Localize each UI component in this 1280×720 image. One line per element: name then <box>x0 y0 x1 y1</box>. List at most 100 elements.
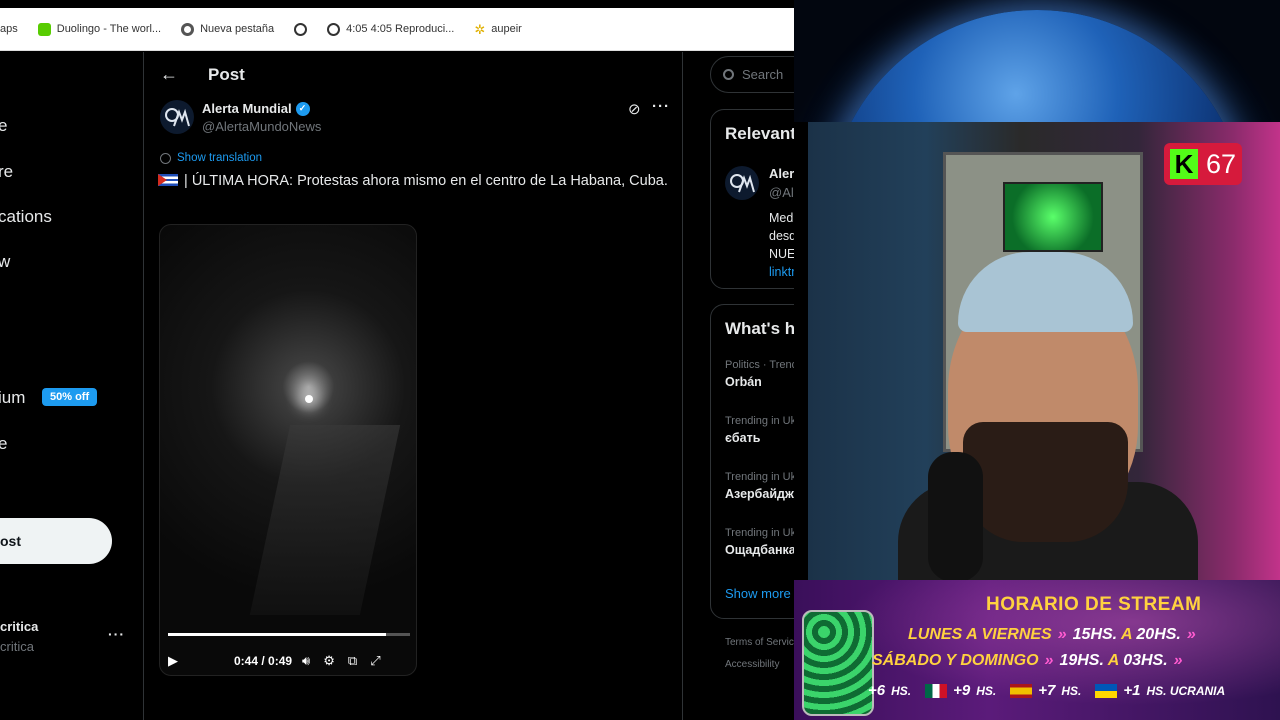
bio-line: NUEST <box>769 247 794 261</box>
trend-item[interactable]: Politics · Trendi Orbán <box>725 359 794 389</box>
globe-icon <box>294 22 308 36</box>
nav-item-home[interactable]: e <box>0 116 7 136</box>
account-name[interactable]: critica <box>0 619 38 634</box>
account-more-icon[interactable]: ··· <box>108 626 125 642</box>
double-arrow-icon: » <box>1057 626 1067 643</box>
video-controls: ▶ 0:44 / 0:49 🔊︎ ⚙ ⧉ ⤢ <box>168 653 410 669</box>
double-arrow-icon: » <box>1173 652 1183 669</box>
double-arrow-icon: » <box>1044 652 1054 669</box>
nav-item-more[interactable]: e <box>0 434 7 454</box>
nav-item-grok[interactable]: w <box>0 252 10 272</box>
trend-name: єбать <box>725 431 761 445</box>
video-progress-bar[interactable] <box>168 633 410 636</box>
trend-category: Trending in Ukra <box>725 471 794 483</box>
x-page: e re cations w ium 50% off e ost critica… <box>0 52 794 720</box>
relevant-avatar[interactable] <box>725 166 759 200</box>
trend-category: Politics · Trendi <box>725 359 794 371</box>
author-name[interactable]: Alerta Mundial ✓ <box>202 101 310 116</box>
schedule-row: LUNES A VIERNES » 15HS. A 20HS. » <box>908 626 1202 644</box>
relevant-people-card: Relevant Alerta @Alert Medio desde NUEST… <box>710 109 794 289</box>
earth-graphic <box>827 10 1247 122</box>
trend-name: Азербайджа <box>725 487 794 501</box>
timezones-row: +6 HS. +9 HS. +7 HS. +1 HS. UCRANIA <box>868 682 1233 699</box>
grok-icon[interactable]: ⊘ <box>628 100 641 118</box>
video-player[interactable]: ▶ 0:44 / 0:49 🔊︎ ⚙ ⧉ ⤢ <box>159 224 417 676</box>
sparkle-icon: ✲ <box>474 21 486 37</box>
timezone-offset: +9 <box>953 682 971 699</box>
timezone-offset: +7 <box>1038 682 1056 699</box>
schedule-to: 03HS. <box>1123 652 1168 669</box>
bookmark-label: Duolingo - The worl... <box>56 23 162 35</box>
bookmark-label: aupeir <box>491 23 522 35</box>
schedule-from: 19HS. <box>1059 652 1104 669</box>
timezone-unit: HS. <box>976 683 997 698</box>
relevant-handle: @Alert <box>769 185 794 200</box>
author-handle[interactable]: @AlertaMundoNews <box>202 119 321 134</box>
kick-logo-icon: K <box>1170 149 1198 179</box>
tweet-body: | ÚLTIMA HORA: Protestas ahora mismo en … <box>184 173 668 189</box>
page-title: Post <box>208 65 245 84</box>
more-options-icon[interactable]: ··· <box>652 98 670 115</box>
webcam-feed <box>808 122 1280 580</box>
schedule-sep: A <box>1120 626 1132 643</box>
relevant-bio: Medio desde NUEST linktr.e <box>769 209 794 281</box>
bio-link[interactable]: linktr.e <box>769 263 794 281</box>
post-button[interactable]: ost <box>0 518 112 564</box>
account-handle: critica <box>0 639 34 654</box>
trend-item[interactable]: Trending in Ukra Азербайджа <box>725 471 794 501</box>
nav-item-notifications[interactable]: cations <box>0 207 52 227</box>
bookmark-item[interactable]: Nueva pestaña <box>181 22 275 36</box>
schedule-sep: A <box>1107 652 1119 669</box>
stream-schedule-banner: HORARIO DE STREAM LUNES A VIERNES » 15HS. … <box>794 580 1280 720</box>
bookmark-item[interactable]: ✲ aupeir <box>474 23 521 36</box>
show-more-link[interactable]: Show more <box>725 586 791 601</box>
timezone-unit: HS. <box>891 683 912 698</box>
bookmark-item[interactable] <box>294 22 308 36</box>
relevant-name[interactable]: Alerta <box>769 166 794 181</box>
trend-category: Trending in Ukra <box>725 527 794 539</box>
bookmark-item[interactable]: aps <box>0 23 18 35</box>
microphone <box>928 452 983 580</box>
bio-line: Medio <box>769 211 794 225</box>
show-translation-link[interactable]: Show translation <box>160 152 262 164</box>
trend-item[interactable]: Trending in Ukra Ощадбанка <box>725 527 794 557</box>
video-time: 0:44 / 0:49 <box>234 654 293 668</box>
jar-graphic <box>802 610 874 716</box>
back-arrow-icon[interactable]: ← <box>160 64 178 85</box>
alerta-logo-icon <box>165 108 190 127</box>
author-avatar[interactable] <box>160 100 194 134</box>
footer-link[interactable]: Accessibility <box>725 659 779 670</box>
kick-viewer-badge: K 67 <box>1164 143 1242 185</box>
settings-icon[interactable]: ⚙ <box>323 653 335 669</box>
nav-item-premium[interactable]: ium <box>0 388 25 408</box>
video-frame-road <box>249 425 401 615</box>
schedule-row: SÁBADO Y DOMINGO » 19HS. A 03HS. » <box>872 652 1189 670</box>
translate-icon <box>160 152 171 164</box>
schedule-days: SÁBADO Y DOMINGO <box>872 652 1039 669</box>
timezone-unit: HS. <box>1061 683 1082 698</box>
video-frame-light <box>305 395 313 403</box>
schedule-title: HORARIO DE STREAM <box>986 594 1202 615</box>
bookmark-label: Nueva pestaña <box>200 23 275 35</box>
whats-happening-card: What's ha Politics · Trendi Orbán Trendi… <box>710 304 794 619</box>
nav-item-explore[interactable]: re <box>0 162 13 182</box>
spain-flag-icon <box>1010 683 1033 698</box>
duolingo-icon <box>37 22 51 36</box>
ukraine-flag-icon <box>1095 683 1118 698</box>
globe-icon <box>327 22 341 36</box>
trend-item[interactable]: Trending in Ukra єбать <box>725 415 794 445</box>
right-sidebar: Search Relevant Alerta @Alert Medio desd… <box>683 52 794 720</box>
footer-link[interactable]: Terms of Servic <box>725 637 794 648</box>
search-icon <box>723 69 734 80</box>
timezone-offset: +6 <box>868 682 886 699</box>
bookmark-item[interactable]: 4:05 4:05 Reproduci... <box>327 22 454 36</box>
happening-title: What's ha <box>725 319 794 338</box>
volume-icon[interactable]: 🔊︎ <box>302 653 310 669</box>
picture-in-picture-icon[interactable]: ⧉ <box>348 653 357 669</box>
author-name-text: Alerta Mundial <box>202 101 292 116</box>
fullscreen-icon[interactable]: ⤢ <box>370 653 380 669</box>
play-icon[interactable]: ▶ <box>168 653 178 669</box>
bookmark-item[interactable]: Duolingo - The worl... <box>37 22 162 36</box>
streamer-beard <box>963 422 1128 542</box>
search-input[interactable]: Search <box>710 56 794 93</box>
